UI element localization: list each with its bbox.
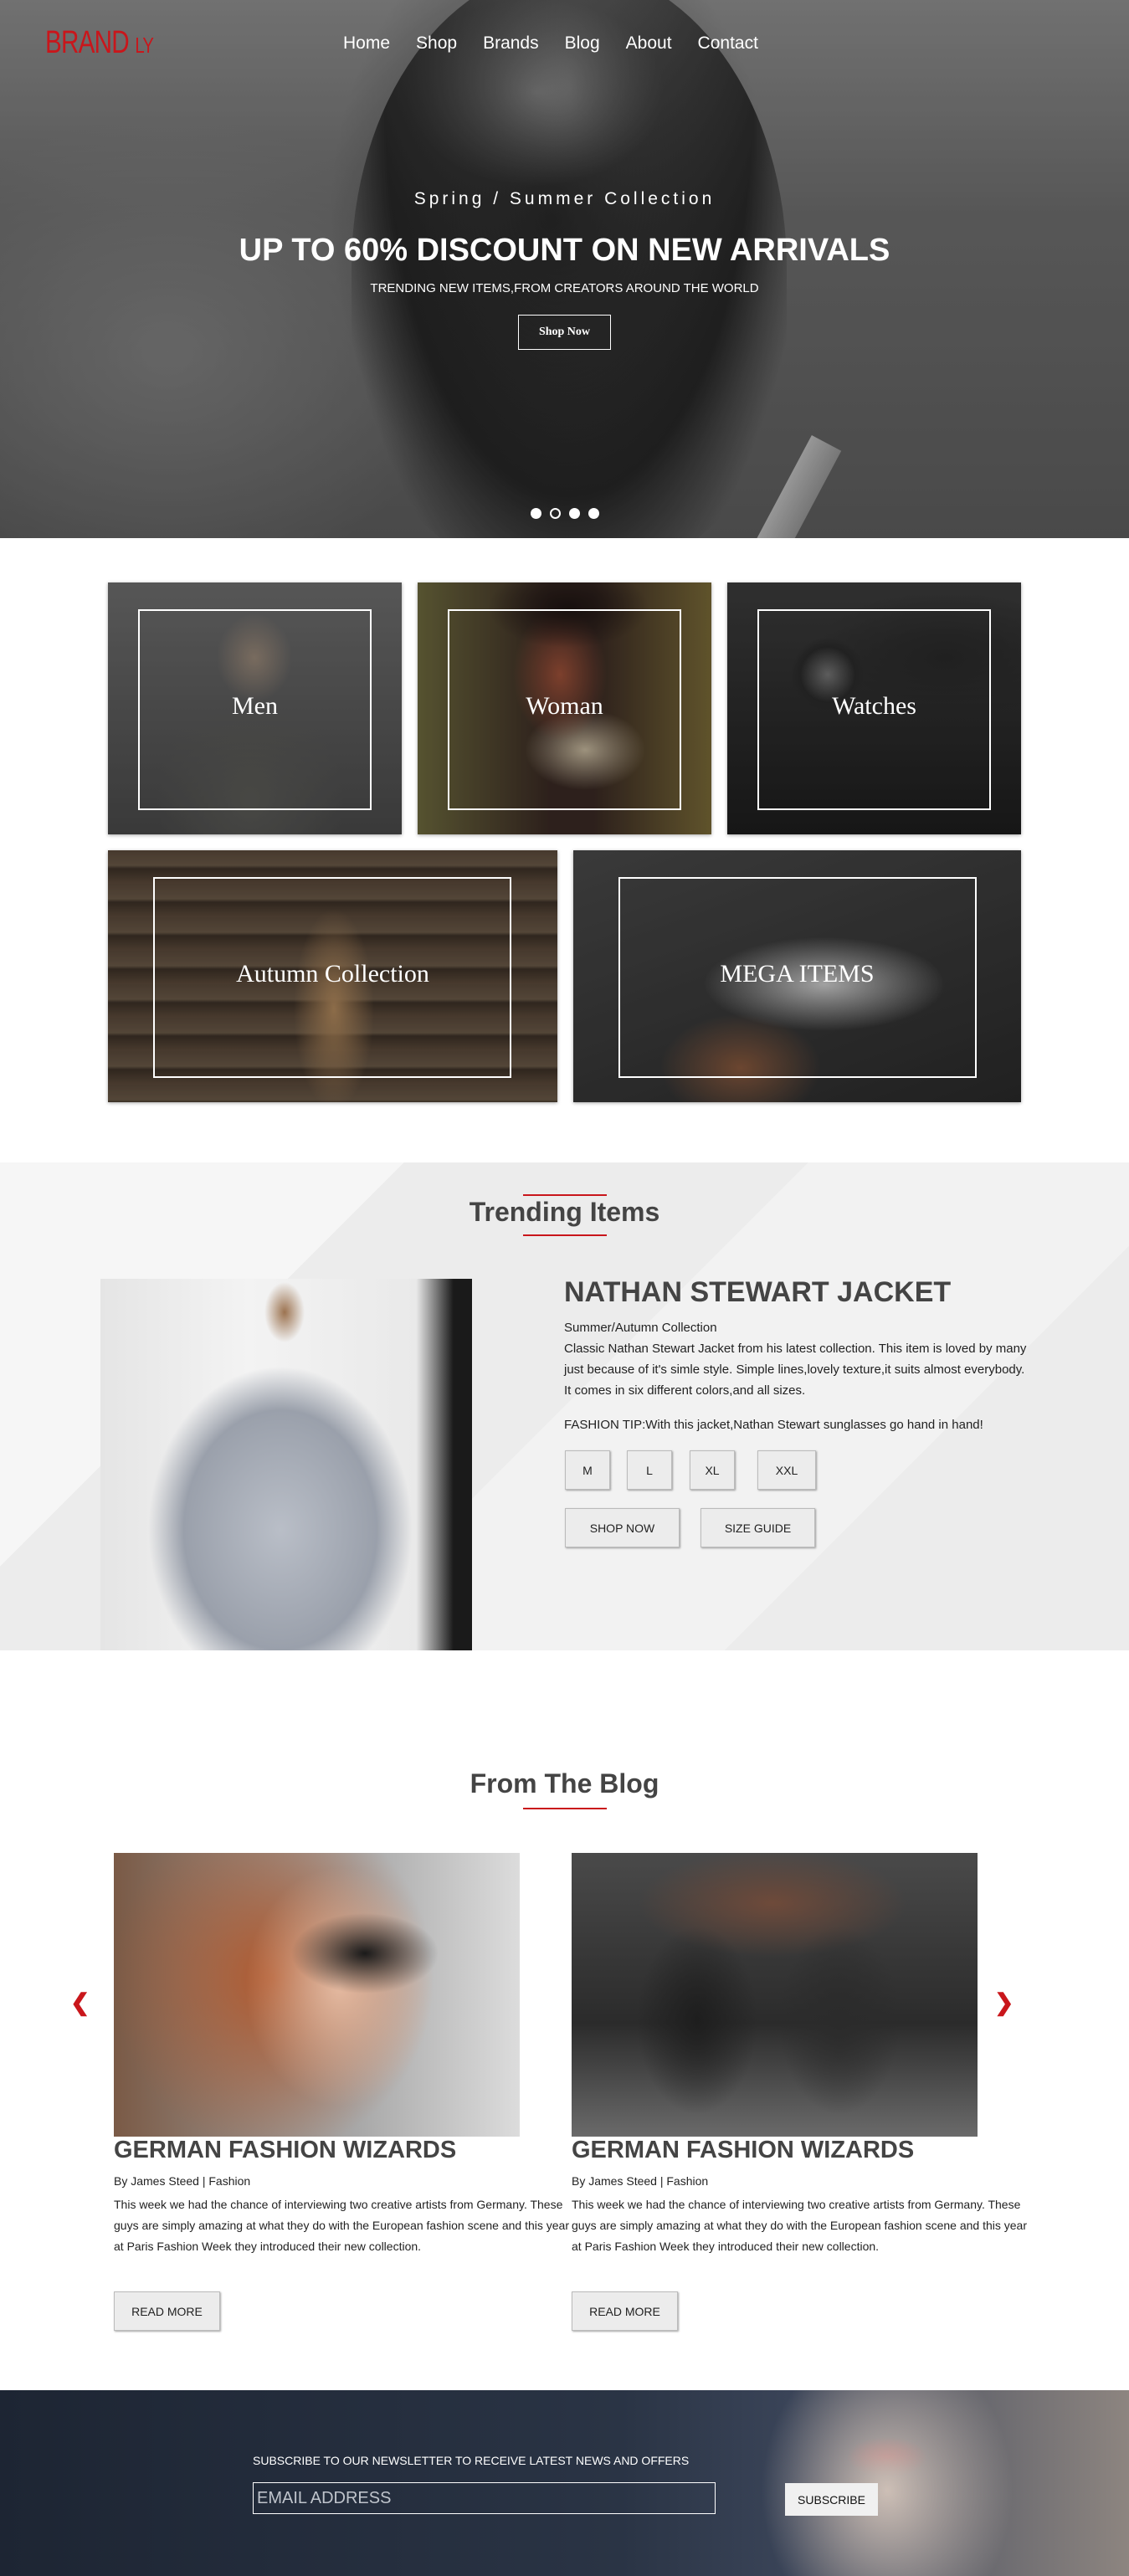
category-woman[interactable]: Woman <box>418 582 711 834</box>
brand-logo[interactable]: BRAND LY <box>45 25 154 61</box>
title-rule <box>523 1808 607 1809</box>
category-label: Men <box>232 692 278 720</box>
shop-now-product-button[interactable]: SHOP NOW <box>565 1508 680 1547</box>
size-m-button[interactable]: M <box>565 1450 610 1490</box>
size-guide-button[interactable]: SIZE GUIDE <box>700 1508 815 1547</box>
slide-dot[interactable] <box>531 508 541 519</box>
title-rule <box>523 1194 607 1196</box>
blog-post-meta: By James Steed | Fashion <box>572 2174 709 2188</box>
trending-title: Trending Items <box>469 1197 660 1227</box>
slide-dot[interactable] <box>569 508 580 519</box>
category-label: Woman <box>526 692 603 720</box>
category-watches[interactable]: Watches <box>727 582 1021 834</box>
product-description: Classic Nathan Stewart Jacket from his l… <box>564 1342 1027 1398</box>
hero-kicker: Spring / Summer Collection <box>413 189 716 208</box>
slide-dot[interactable] <box>588 508 599 519</box>
size-l-button[interactable]: L <box>627 1450 672 1490</box>
hero-slider <box>0 0 1129 538</box>
category-label: Watches <box>832 692 916 720</box>
blog-post-excerpt: This week we had the chance of interview… <box>572 2198 1027 2253</box>
hero-title: UP TO 60% DISCOUNT ON NEW ARRIVALS <box>239 233 890 268</box>
blog-post-excerpt: This week we had the chance of interview… <box>114 2198 569 2253</box>
nav-brands[interactable]: Brands <box>483 33 539 54</box>
category-label: Autumn Collection <box>236 960 429 988</box>
subscribe-button[interactable]: SUBSCRIBE <box>785 2483 878 2516</box>
size-xl-button[interactable]: XL <box>690 1450 735 1490</box>
blog-post-meta: By James Steed | Fashion <box>114 2174 251 2188</box>
email-field[interactable] <box>253 2482 716 2514</box>
shop-now-button[interactable]: Shop Now <box>518 315 611 350</box>
read-more-button[interactable]: READ MORE <box>572 2291 678 2331</box>
blog-post-image[interactable] <box>572 1853 978 2137</box>
main-nav: Home Shop Brands Blog About Contact <box>343 33 784 54</box>
newsletter-label: SUBSCRIBE TO OUR NEWSLETTER TO RECEIVE L… <box>253 2454 690 2467</box>
read-more-button[interactable]: READ MORE <box>114 2291 220 2331</box>
category-label: MEGA ITEMS <box>720 960 875 988</box>
title-rule <box>523 1234 607 1236</box>
product-collection: Summer/Autumn Collection <box>564 1321 717 1335</box>
category-autumn-collection[interactable]: Autumn Collection <box>108 850 557 1102</box>
blog-title: From The Blog <box>470 1768 659 1799</box>
blog-post-title[interactable]: GERMAN FASHION WIZARDS <box>114 2137 456 2164</box>
product-name: NATHAN STEWART JACKET <box>564 1276 952 1308</box>
nav-home[interactable]: Home <box>343 33 390 54</box>
category-men[interactable]: Men <box>108 582 402 834</box>
slider-dots <box>531 508 599 519</box>
category-mega-items[interactable]: MEGA ITEMS <box>573 850 1021 1102</box>
nav-about[interactable]: About <box>626 33 672 54</box>
nav-shop[interactable]: Shop <box>416 33 457 54</box>
size-xxl-button[interactable]: XXL <box>757 1450 816 1490</box>
blog-post-title[interactable]: GERMAN FASHION WIZARDS <box>572 2137 914 2164</box>
nav-contact[interactable]: Contact <box>698 33 758 54</box>
fashion-tip: FASHION TIP:With this jacket,Nathan Stew… <box>564 1418 983 1432</box>
slide-dot-active[interactable] <box>550 508 561 519</box>
nav-blog[interactable]: Blog <box>565 33 600 54</box>
product-image[interactable] <box>100 1279 472 1650</box>
blog-post-image[interactable] <box>114 1853 520 2137</box>
chevron-left-icon[interactable]: ❮ <box>70 1991 90 2014</box>
chevron-right-icon[interactable]: ❯ <box>994 1991 1014 2014</box>
hero-subtitle: TRENDING NEW ITEMS,FROM CREATORS AROUND … <box>370 281 759 295</box>
